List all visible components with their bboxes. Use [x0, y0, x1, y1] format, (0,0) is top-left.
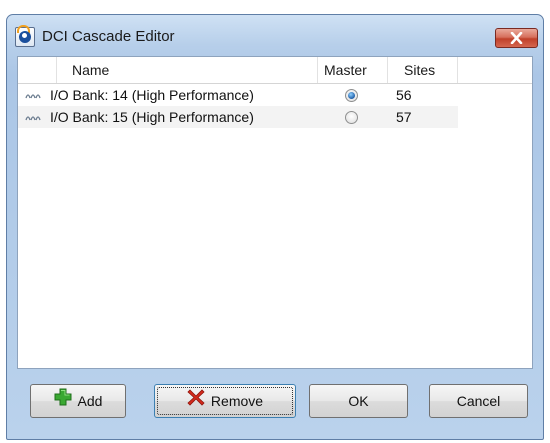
cancel-button-label: Cancel — [456, 393, 501, 409]
column-header-sites[interactable]: Sites — [388, 57, 458, 83]
plus-icon — [54, 385, 72, 417]
io-bank-icon — [25, 116, 41, 121]
add-button[interactable]: Add — [30, 384, 126, 418]
table-row[interactable]: I/O Bank: 15 (High Performance) 57 — [18, 106, 458, 128]
sites-value: 57 — [396, 109, 412, 125]
close-icon — [510, 32, 523, 44]
column-header-name[interactable]: Name — [57, 57, 318, 83]
master-radio[interactable] — [345, 111, 358, 124]
sites-value: 56 — [396, 87, 412, 103]
ok-button-label: OK — [348, 393, 369, 409]
focus-ring — [157, 387, 293, 415]
app-icon — [15, 25, 35, 47]
dialog-window: DCI Cascade Editor Name Master Sites I/O… — [6, 14, 544, 440]
close-button[interactable] — [495, 28, 538, 48]
bank-name: I/O Bank: 14 (High Performance) — [50, 87, 254, 103]
cancel-button[interactable]: Cancel — [429, 384, 528, 418]
table-row[interactable]: I/O Bank: 14 (High Performance) 56 — [18, 84, 458, 106]
bank-name: I/O Bank: 15 (High Performance) — [50, 109, 254, 125]
x-icon — [187, 385, 205, 417]
column-header-master[interactable]: Master — [318, 57, 388, 83]
table-header: Name Master Sites — [18, 57, 532, 84]
header-corner — [18, 57, 57, 83]
add-button-label: Add — [77, 393, 103, 409]
remove-button[interactable]: Remove — [154, 384, 296, 418]
io-bank-icon — [25, 94, 41, 99]
window-title: DCI Cascade Editor — [42, 28, 175, 45]
title-bar[interactable]: DCI Cascade Editor — [7, 15, 543, 57]
ok-button[interactable]: OK — [309, 384, 408, 418]
bank-table: Name Master Sites I/O Bank: 14 (High Per… — [17, 56, 533, 369]
master-radio[interactable] — [345, 89, 358, 102]
